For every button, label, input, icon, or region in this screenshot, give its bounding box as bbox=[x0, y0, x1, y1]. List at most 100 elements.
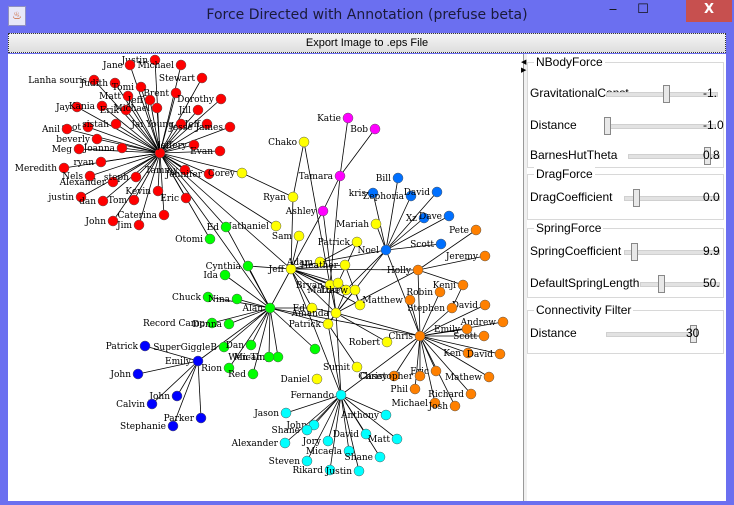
graph-node[interactable]: Chris bbox=[389, 330, 426, 342]
graph-node[interactable]: Dan bbox=[226, 339, 257, 351]
graph-node[interactable]: SuperGiggleB bbox=[153, 341, 230, 353]
node-marker[interactable] bbox=[465, 388, 477, 400]
graph-node[interactable]: Corey bbox=[208, 167, 248, 179]
graph-node[interactable]: Micah bbox=[234, 351, 275, 363]
node-marker[interactable] bbox=[214, 145, 226, 157]
slider-thumb[interactable] bbox=[663, 85, 671, 103]
node-marker[interactable] bbox=[342, 112, 354, 124]
graph-node[interactable]: Heather bbox=[300, 259, 351, 271]
node-marker[interactable] bbox=[298, 136, 310, 148]
node-marker[interactable] bbox=[317, 205, 329, 217]
graph-node[interactable]: Amanda bbox=[291, 307, 342, 319]
node-marker[interactable] bbox=[293, 230, 305, 242]
graph-node[interactable]: Sumit bbox=[323, 361, 363, 373]
node-marker[interactable] bbox=[412, 264, 424, 276]
graph-node[interactable]: Jeff bbox=[127, 94, 156, 106]
node-marker[interactable] bbox=[449, 400, 461, 412]
slider-thumb[interactable] bbox=[631, 243, 639, 261]
graph-node[interactable]: Chako bbox=[268, 136, 310, 148]
graph-node[interactable]: ryan bbox=[73, 156, 107, 168]
node-marker[interactable] bbox=[322, 435, 334, 447]
graph-node[interactable]: Holly bbox=[387, 264, 424, 276]
node-marker[interactable] bbox=[404, 294, 416, 306]
graph-node[interactable]: Kevin bbox=[125, 185, 164, 197]
graph-node[interactable]: dan bbox=[79, 195, 109, 207]
slider-thumb[interactable] bbox=[632, 189, 640, 207]
node-marker[interactable] bbox=[497, 316, 509, 328]
graph-node[interactable]: Stephen bbox=[407, 302, 458, 314]
graph-node[interactable]: steph bbox=[104, 171, 142, 183]
graph-node[interactable]: Jason bbox=[253, 407, 292, 419]
graph-node[interactable]: Bob bbox=[350, 123, 381, 135]
graph-node[interactable]: Mathew bbox=[445, 371, 495, 383]
graph-node[interactable]: Shane bbox=[345, 451, 386, 463]
graph-node[interactable]: Jesse James bbox=[168, 121, 236, 133]
graph-node[interactable]: Bill bbox=[376, 172, 404, 184]
node-marker[interactable] bbox=[196, 72, 208, 84]
graph-node[interactable]: Tamara bbox=[299, 170, 346, 182]
node-marker[interactable] bbox=[146, 398, 158, 410]
graph-node[interactable]: Shane bbox=[272, 424, 313, 436]
slider-track[interactable] bbox=[606, 92, 718, 97]
graph-node[interactable]: Fernando bbox=[290, 389, 347, 401]
graph-node[interactable]: Pete bbox=[449, 224, 482, 236]
node-marker[interactable] bbox=[73, 143, 85, 155]
node-marker[interactable] bbox=[132, 368, 144, 380]
graph-node[interactable]: John bbox=[84, 215, 119, 227]
node-marker[interactable] bbox=[353, 465, 365, 477]
graph-node[interactable]: Alan bbox=[241, 302, 276, 314]
node-marker[interactable] bbox=[391, 433, 403, 445]
node-marker[interactable] bbox=[374, 451, 386, 463]
node-marker[interactable] bbox=[479, 299, 491, 311]
graph-node[interactable]: Jane bbox=[102, 59, 136, 71]
graph-node[interactable]: Jeremy bbox=[445, 250, 491, 262]
node-marker[interactable] bbox=[171, 390, 183, 402]
node-marker[interactable] bbox=[446, 302, 458, 314]
graph-node[interactable]: John bbox=[109, 368, 144, 380]
node-marker[interactable] bbox=[192, 355, 204, 367]
node-marker[interactable] bbox=[478, 330, 490, 342]
node-marker[interactable] bbox=[380, 244, 392, 256]
node-marker[interactable] bbox=[220, 221, 232, 233]
graph-node[interactable]: Red bbox=[228, 368, 259, 380]
slider-thumb[interactable] bbox=[658, 275, 665, 293]
node-marker[interactable] bbox=[263, 351, 275, 363]
node-marker[interactable] bbox=[192, 104, 204, 116]
node-marker[interactable] bbox=[133, 219, 145, 231]
graph-node[interactable]: Stephanie bbox=[120, 420, 179, 432]
graph-node[interactable]: Emily bbox=[165, 355, 204, 367]
node-marker[interactable] bbox=[175, 59, 187, 71]
graph-node[interactable]: Jennifer bbox=[165, 168, 215, 180]
graph-node[interactable]: Jill bbox=[178, 104, 204, 116]
graph-node[interactable]: Dave bbox=[419, 210, 455, 222]
node-marker[interactable] bbox=[151, 102, 163, 114]
graph-node[interactable]: Matt bbox=[368, 433, 403, 445]
graph-node[interactable]: Anil bbox=[41, 123, 73, 135]
node-marker[interactable] bbox=[335, 389, 347, 401]
node-marker[interactable] bbox=[322, 318, 334, 330]
node-marker[interactable] bbox=[435, 238, 447, 250]
slider-track[interactable] bbox=[604, 124, 716, 129]
node-marker[interactable] bbox=[124, 59, 136, 71]
node-marker[interactable] bbox=[311, 373, 323, 385]
graph-node[interactable]: Josh bbox=[428, 400, 461, 412]
graph-node[interactable]: Daniel bbox=[281, 373, 323, 385]
graph-canvas[interactable]: Justin Jane Michael Lanha souris Judith Tomi M… bbox=[8, 54, 523, 501]
graph-node[interactable]: Ryan bbox=[263, 191, 299, 203]
graph-node[interactable]: Calvin bbox=[116, 398, 158, 410]
node-marker[interactable] bbox=[180, 192, 192, 204]
graph-node[interactable]: Caterina bbox=[117, 209, 170, 221]
export-eps-button[interactable]: Export Image to .eps File bbox=[8, 33, 726, 53]
node-marker[interactable] bbox=[139, 340, 151, 352]
collapse-left-arrow-icon[interactable]: ◀ bbox=[521, 58, 526, 66]
graph-node[interactable]: Ashley bbox=[285, 205, 329, 217]
node-marker[interactable] bbox=[167, 420, 179, 432]
graph-node[interactable]: Matthew bbox=[307, 284, 361, 296]
graph-node[interactable]: Donna bbox=[192, 318, 235, 330]
node-marker[interactable] bbox=[301, 424, 313, 436]
graph-node[interactable]: Noel bbox=[358, 244, 392, 256]
graph-node[interactable]: Ed bbox=[207, 221, 232, 233]
node-marker[interactable] bbox=[224, 121, 236, 133]
graph-node[interactable]: David bbox=[452, 299, 491, 311]
node-marker[interactable] bbox=[204, 233, 216, 245]
